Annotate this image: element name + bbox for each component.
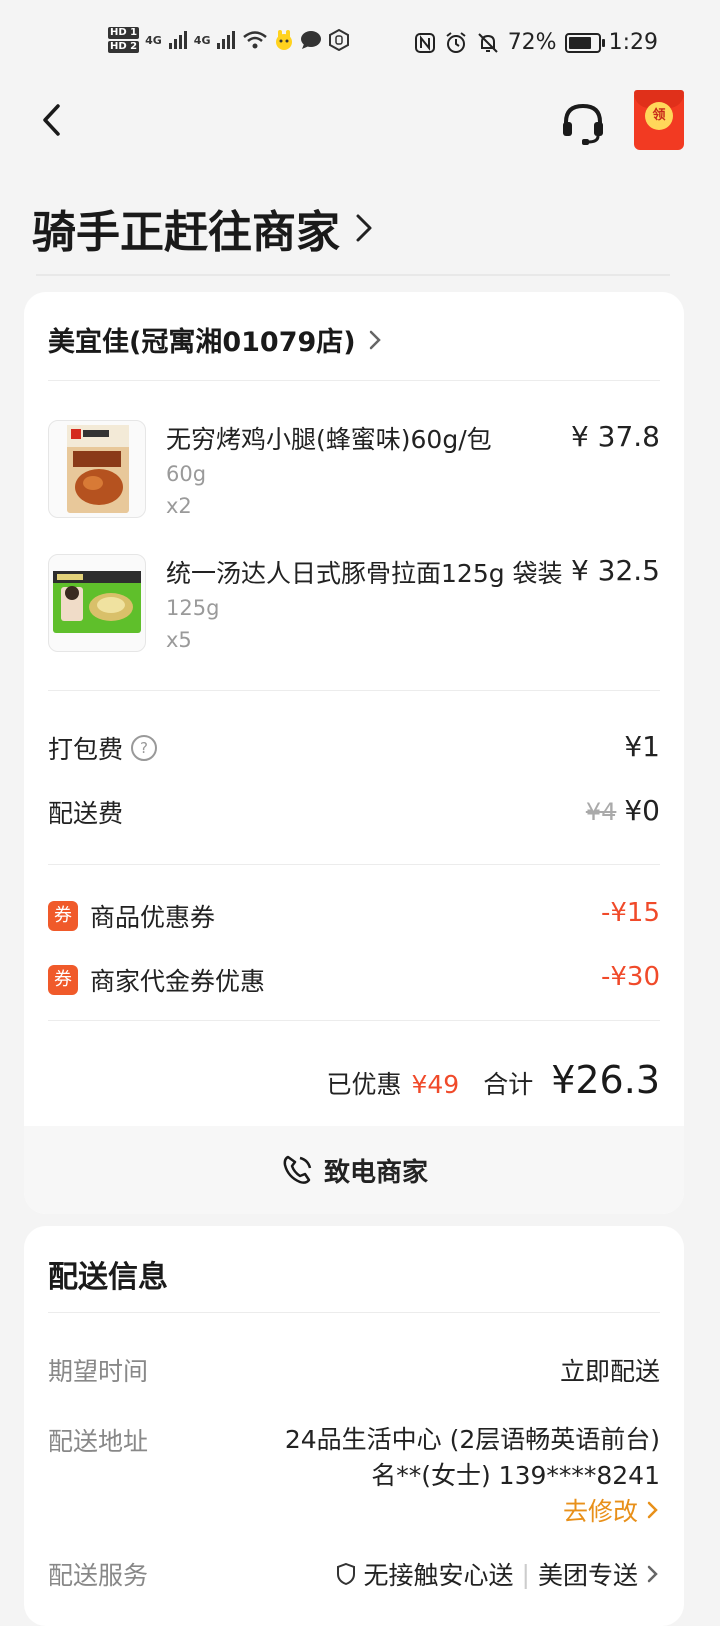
item-price: ¥ 37.8 — [570, 420, 660, 453]
chevron-left-icon — [43, 104, 60, 136]
customer-service-button[interactable] — [560, 100, 606, 146]
coupon-value: -¥30 — [600, 962, 660, 992]
signal-icon — [168, 31, 187, 49]
product-image — [48, 554, 146, 652]
item-spec: 125g — [166, 596, 220, 620]
order-item[interactable]: 统一汤达人日式豚骨拉面125g 袋装 ¥ 32.5 125g x5 — [48, 554, 660, 664]
order-status-title[interactable]: 骑手正赶往商家 — [32, 196, 374, 260]
service-value-1: 无接触安心送 — [363, 1561, 514, 1590]
edit-address-label: 去修改 — [563, 1497, 639, 1526]
recipient-line: 名**(女士) 139****8241 — [371, 1461, 660, 1490]
divider — [48, 380, 660, 381]
service-value-2: 美团专送 — [537, 1561, 638, 1590]
separator: | — [521, 1559, 530, 1589]
saved-label: 已优惠 — [326, 1070, 402, 1099]
delivery-fee-value: ¥0 — [624, 794, 660, 827]
coupon-value: -¥15 — [600, 898, 660, 928]
delivery-fee-row: 配送费 ¥4 ¥0 — [48, 794, 660, 834]
network1-label: 4G — [145, 33, 162, 47]
chevron-right-icon — [356, 214, 372, 242]
coupon-label-group: 券 商家代金券优惠 — [48, 962, 265, 998]
packing-fee-row: 打包费 ? ¥1 — [48, 730, 660, 770]
total-row: 已优惠 ¥49 合计 ¥26.3 — [326, 1058, 660, 1102]
packing-fee-label: 打包费 — [48, 735, 124, 764]
coupon-label-group: 券 商品优惠券 — [48, 898, 215, 934]
status-left: HD 1 HD 2 4G 4G — [108, 26, 350, 54]
chevron-right-icon — [369, 330, 381, 349]
divider — [48, 1312, 660, 1313]
item-name: 统一汤达人日式豚骨拉面125g 袋装 — [166, 559, 563, 588]
back-button[interactable] — [36, 100, 76, 140]
address-label: 配送地址 — [48, 1427, 149, 1456]
signal-icon — [217, 31, 236, 49]
help-icon[interactable]: ? — [131, 735, 158, 761]
call-merchant-label: 致电商家 — [323, 1157, 428, 1188]
coupon-tag-icon: 券 — [48, 901, 78, 931]
status-right: 72% 1:29 — [414, 30, 658, 55]
address-line: 24品生活中心 (2层语畅英语前台) — [284, 1425, 660, 1454]
delivery-fee-value-group: ¥4 ¥0 — [586, 794, 660, 827]
edit-address-link[interactable]: 去修改 — [285, 1494, 660, 1530]
order-card: 美宜佳(冠寓湘01079店) 无穷烤鸡小腿(蜂蜜味)60g/包 ¥ 37.8 6… — [24, 292, 684, 1214]
expected-time-value: 立即配送 — [559, 1357, 660, 1386]
hd1-badge: HD 1 — [108, 27, 140, 39]
delivery-service-label: 配送服务 — [48, 1561, 149, 1590]
app-notification-icon — [276, 30, 293, 50]
item-spec: 60g — [166, 462, 207, 486]
packing-fee-value: ¥1 — [624, 730, 660, 763]
item-quantity: x2 — [166, 494, 192, 518]
divider — [48, 690, 660, 691]
mute-icon — [477, 32, 498, 53]
divider — [48, 1020, 660, 1021]
total-label: 合计 — [483, 1070, 534, 1099]
item-price: ¥ 32.5 — [570, 554, 660, 587]
store-link[interactable]: 美宜佳(冠寓湘01079店) — [48, 320, 382, 359]
clock: 1:29 — [608, 30, 658, 55]
title-divider — [36, 274, 670, 276]
coupon-row: 券 商品优惠券 -¥15 — [48, 898, 660, 938]
coupon-row: 券 商家代金券优惠 -¥30 — [48, 962, 660, 1002]
coupon-label: 商家代金券优惠 — [90, 967, 266, 996]
status-bar: HD 1 HD 2 4G 4G 72% 1:29 — [0, 0, 720, 86]
packing-fee-label-group: 打包费 ? — [48, 730, 158, 766]
network2-label: 4G — [193, 33, 211, 47]
headset-icon — [563, 103, 603, 145]
address-block: 24品生活中心 (2层语畅英语前台) 名**(女士) 139****8241 去… — [285, 1422, 660, 1530]
alarm-icon — [446, 31, 466, 53]
chevron-right-icon — [647, 1501, 658, 1519]
product-image — [48, 420, 146, 518]
call-merchant-button[interactable]: 致电商家 — [24, 1126, 684, 1214]
delivery-info-card: 配送信息 期望时间 立即配送 配送地址 24品生活中心 (2层语畅英语前台) 名… — [24, 1226, 684, 1626]
total-value: ¥26.3 — [551, 1058, 660, 1102]
hd-badges: HD 1 HD 2 — [108, 26, 140, 54]
order-status-text: 骑手正赶往商家 — [32, 207, 340, 258]
item-quantity: x5 — [166, 628, 192, 652]
hd2-badge: HD 2 — [108, 41, 140, 53]
divider — [48, 864, 660, 865]
store-name: 美宜佳(冠寓湘01079店) — [48, 327, 356, 358]
shield-app-icon — [329, 29, 350, 51]
battery-percent: 72% — [507, 30, 557, 55]
nfc-icon — [414, 32, 435, 53]
battery-icon — [564, 32, 605, 53]
delivery-fee-original: ¥4 — [585, 798, 617, 826]
red-packet-coin: 领 — [645, 102, 673, 130]
delivery-service-value: 无接触安心送 | 美团专送 — [336, 1556, 660, 1592]
expected-time-label: 期望时间 — [48, 1357, 149, 1386]
wifi-icon — [243, 31, 268, 49]
chevron-right-icon — [647, 1565, 658, 1583]
message-icon — [301, 31, 322, 49]
delivery-info-title: 配送信息 — [48, 1260, 168, 1295]
phone-icon — [283, 1155, 312, 1184]
shield-icon — [336, 1563, 355, 1585]
saved-amount: ¥49 — [411, 1070, 460, 1099]
order-item[interactable]: 无穷烤鸡小腿(蜂蜜味)60g/包 ¥ 37.8 60g x2 — [48, 420, 660, 530]
delivery-fee-label: 配送费 — [48, 799, 124, 828]
coupon-label: 商品优惠券 — [90, 903, 216, 932]
coupon-tag-icon: 券 — [48, 965, 78, 995]
red-packet-button[interactable]: 领 — [634, 90, 684, 150]
item-name: 无穷烤鸡小腿(蜂蜜味)60g/包 — [166, 425, 492, 454]
